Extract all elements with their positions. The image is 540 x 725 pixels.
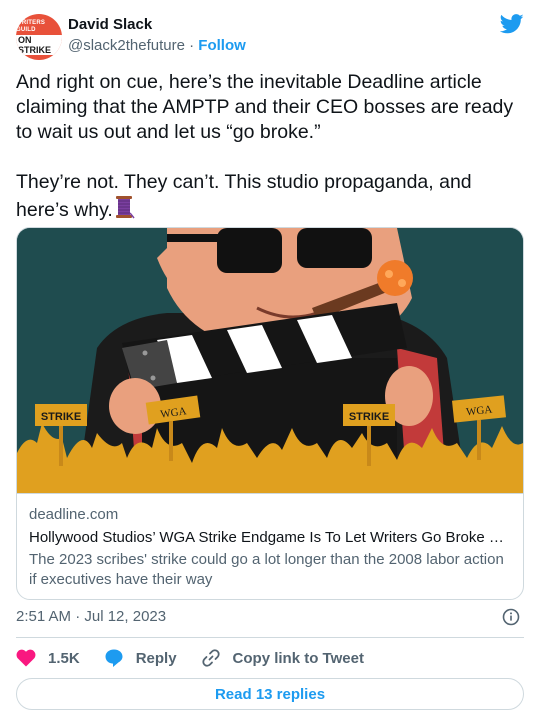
reply-button[interactable]: Reply [104,648,177,668]
copy-link-label: Copy link to Tweet [232,649,364,667]
heart-icon [16,649,36,667]
tweet-body: And right on cue, here’s the inevitable … [16,71,514,221]
copy-link-button[interactable]: Copy link to Tweet [201,648,364,668]
link-card[interactable]: STRIKE WGA STRIKE WGA deadline.com Holly… [16,227,524,600]
handle-separator: · [184,37,199,54]
avatar-text-top: WRITERS GUILD [16,19,46,33]
like-count: 1.5K [48,649,80,667]
card-meta[interactable]: deadline.com Hollywood Studios’ WGA Stri… [17,493,523,599]
avatar[interactable]: WRITERS GUILD ON STRIKE [16,14,62,60]
author-names: David Slack @slack2thefuture · Follow [68,16,246,56]
card-title: Hollywood Studios’ WGA Strike Endgame Is… [29,529,511,546]
info-icon[interactable] [502,608,520,626]
card-domain: deadline.com [29,506,119,523]
divider [16,637,524,638]
timestamp-row: 2:51 AM · Jul 12, 2023 [16,607,524,627]
avatar-text-bottom: ON STRIKE [16,34,62,55]
twitter-bird-icon[interactable] [500,14,524,34]
tweet-header: WRITERS GUILD ON STRIKE David Slack @sla… [16,14,524,62]
author-handle[interactable]: @slack2thefuture [68,37,185,54]
follow-link[interactable]: Follow [198,37,246,54]
spool-of-thread-icon [115,196,135,219]
link-icon [201,649,220,667]
card-description: The 2023 scribes' strike could go a lot … [29,551,504,588]
tweet-text: And right on cue, here’s the inevitable … [16,70,524,223]
card-image[interactable]: STRIKE WGA STRIKE WGA [17,228,523,493]
sign-label-strike-left: STRIKE [41,411,81,423]
timestamp-link[interactable]: 2:51 AM · Jul 12, 2023 [16,608,166,625]
card-illustration: STRIKE WGA STRIKE WGA [17,228,523,493]
reply-bubble-icon [105,649,123,667]
read-replies-label: Read 13 replies [214,685,326,703]
tweet-embed: WRITERS GUILD ON STRIKE David Slack @sla… [0,0,540,725]
author-display-name[interactable]: David Slack [68,16,246,34]
read-replies-button[interactable]: Read 13 replies [16,678,524,710]
author-handle-row: @slack2thefuture · Follow [68,36,246,56]
action-bar: 1.5K Reply Copy link to Tweet [16,646,524,670]
reply-label: Reply [135,649,177,667]
sign-label-strike-right: STRIKE [349,411,389,423]
like-button[interactable]: 1.5K [16,649,80,667]
